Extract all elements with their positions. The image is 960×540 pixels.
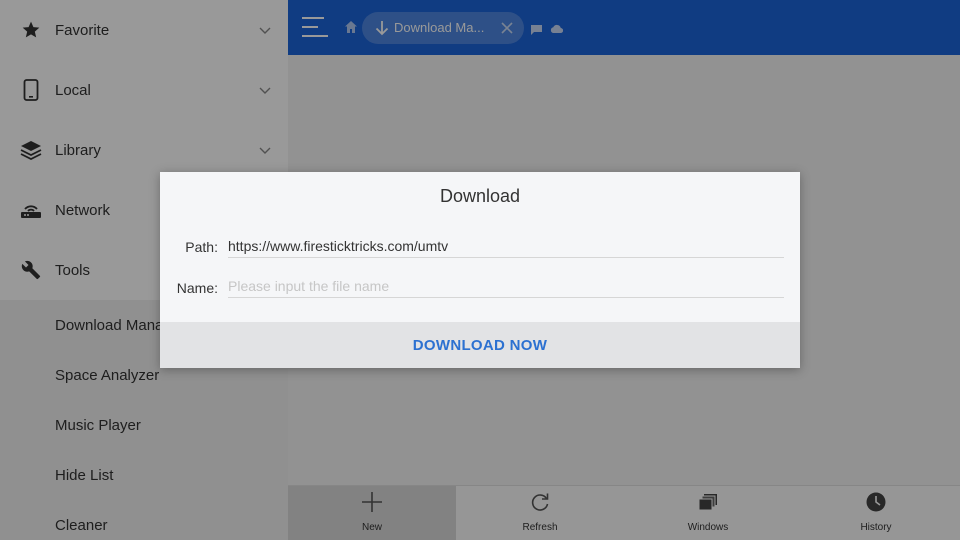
name-label: Name: bbox=[176, 280, 218, 296]
path-input[interactable] bbox=[228, 234, 784, 258]
path-label: Path: bbox=[185, 239, 218, 255]
dialog-title: Download bbox=[439, 186, 521, 206]
download-dialog: Download Path: Name: DOWNLOAD NOW bbox=[160, 172, 800, 368]
download-now-button[interactable]: DOWNLOAD NOW bbox=[160, 322, 800, 368]
name-input[interactable] bbox=[228, 274, 784, 298]
